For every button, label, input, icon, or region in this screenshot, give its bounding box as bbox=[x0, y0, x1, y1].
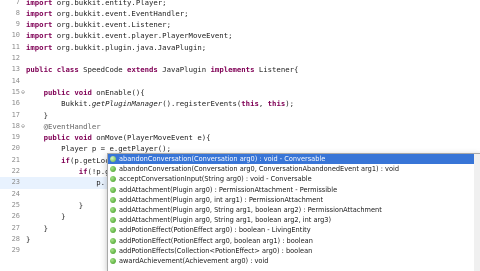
code-text: } bbox=[26, 234, 31, 244]
code-text: @EventHandler bbox=[43, 121, 101, 131]
autocomplete-item-label: abandonConversation(Conversation arg0, C… bbox=[119, 165, 399, 174]
code-text: } bbox=[26, 110, 48, 120]
public-method-icon bbox=[110, 186, 116, 193]
line-number: 20 bbox=[11, 144, 20, 153]
code-text: public class SpeedCode extends JavaPlugi… bbox=[26, 65, 299, 75]
autocomplete-item[interactable]: addAttachment(Plugin arg0, String arg1, … bbox=[108, 215, 480, 225]
line-number: 29 bbox=[11, 246, 20, 255]
line-number: 7 bbox=[15, 0, 20, 6]
code-line[interactable]: 13 public class SpeedCode extends JavaPlu… bbox=[0, 64, 480, 75]
code-text: import org.bukkit.event.player.PlayerMov… bbox=[26, 31, 233, 41]
autocomplete-item-label: addPotionEffect(PotionEffect arg0) : boo… bbox=[119, 226, 311, 235]
code-text: } bbox=[26, 212, 66, 222]
line-number: 13 bbox=[11, 65, 20, 74]
autocomplete-item[interactable]: acceptConversationInput(String arg0) : v… bbox=[108, 174, 480, 184]
autocomplete-item-label: acceptConversationInput(String arg0) : v… bbox=[119, 175, 312, 184]
autocomplete-item-label: addAttachment(Plugin arg0, String arg1, … bbox=[119, 205, 382, 214]
autocomplete-item[interactable]: abandonConversation(Conversation arg0, C… bbox=[108, 164, 480, 174]
autocomplete-item[interactable]: abandonConversation(Conversation arg0) :… bbox=[108, 154, 480, 165]
code-text: Bukkit.getPluginManager().registerEvents… bbox=[26, 99, 295, 109]
autocomplete-item[interactable]: addAttachment(Plugin arg0, int arg1) : P… bbox=[108, 195, 480, 205]
code-line[interactable]: 12 bbox=[0, 53, 480, 64]
code-text: import org.bukkit.entity.Player; bbox=[26, 0, 167, 7]
autocomplete-item[interactable]: awardAchievement(Achievement arg0) : voi… bbox=[108, 256, 480, 266]
public-method-icon bbox=[110, 257, 116, 264]
public-method-icon bbox=[110, 196, 116, 203]
public-method-icon bbox=[110, 217, 116, 224]
code-line[interactable]: 10 import org.bukkit.event.player.PlayerM… bbox=[0, 30, 480, 41]
public-method-icon bbox=[110, 227, 116, 234]
code-text: public void onEnable(){ bbox=[43, 87, 145, 97]
public-method-icon bbox=[110, 156, 116, 162]
code-text: public void onMove(PlayerMoveEvent e){ bbox=[43, 133, 211, 143]
line-number: 12 bbox=[11, 54, 20, 62]
public-method-icon bbox=[110, 166, 116, 173]
code-line[interactable]: 8 import org.bukkit.event.EventHandler; bbox=[0, 8, 480, 19]
autocomplete-item-label: addPotionEffects(Collection<PotionEffect… bbox=[119, 246, 313, 255]
autocomplete-item[interactable]: addPotionEffect(PotionEffect arg0, boole… bbox=[108, 236, 480, 246]
line-number: 24 bbox=[11, 189, 20, 198]
code-text: } bbox=[26, 223, 48, 233]
autocomplete-item-label: addAttachment(Plugin arg0, String arg1, … bbox=[119, 216, 332, 225]
autocomplete-item[interactable]: addAttachment(Plugin arg0, String arg1, … bbox=[108, 205, 480, 215]
autocomplete-item-label: addAttachment(Plugin arg0) : PermissionA… bbox=[119, 185, 338, 194]
code-text: } bbox=[26, 200, 84, 210]
line-number: 17 bbox=[11, 110, 20, 119]
autocomplete-item-label: addAttachment(Plugin arg0, int arg1) : P… bbox=[119, 195, 324, 204]
code-text: import org.bukkit.event.Listener; bbox=[26, 20, 171, 30]
line-number: 19 bbox=[11, 133, 20, 142]
autocomplete-scrollbar[interactable] bbox=[474, 154, 480, 271]
public-method-icon bbox=[110, 206, 116, 213]
public-method-icon bbox=[110, 176, 116, 183]
code-line[interactable]: 16 Bukkit.getPluginManager().registerEve… bbox=[0, 98, 480, 109]
line-number: 15 bbox=[11, 87, 20, 96]
line-number: 10 bbox=[11, 31, 20, 40]
code-line[interactable]: 11 import org.bukkit.plugin.java.JavaPlug… bbox=[0, 42, 480, 53]
code-line[interactable]: 14 bbox=[0, 76, 480, 87]
line-number: 26 bbox=[11, 212, 20, 221]
code-line[interactable]: 7 import org.bukkit.entity.Player; bbox=[0, 0, 480, 8]
code-line[interactable]: 15 ⊖ public void onEnable(){ bbox=[0, 87, 480, 98]
code-line[interactable]: 18 ⊖ @EventHandler bbox=[0, 121, 480, 132]
code-text: p. bbox=[26, 178, 106, 188]
autocomplete-item[interactable]: addPotionEffect(PotionEffect arg0) : boo… bbox=[108, 225, 480, 235]
code-line[interactable]: 17 } bbox=[0, 110, 480, 121]
line-number: 9 bbox=[15, 20, 20, 29]
line-number: 14 bbox=[11, 76, 20, 85]
line-number: 27 bbox=[11, 223, 20, 232]
line-number: 21 bbox=[11, 155, 20, 164]
autocomplete-item-label: addPotionEffect(PotionEffect arg0, boole… bbox=[119, 236, 313, 245]
line-number: 28 bbox=[11, 234, 20, 243]
public-method-icon bbox=[110, 247, 116, 254]
code-text: import org.bukkit.event.EventHandler; bbox=[26, 8, 189, 18]
code-line[interactable]: 19 public void onMove(PlayerMoveEvent e)… bbox=[0, 132, 480, 143]
autocomplete-list[interactable]: abandonConversation(Conversation arg0) :… bbox=[108, 154, 480, 266]
autocomplete-item[interactable]: addAttachment(Plugin arg0) : PermissionA… bbox=[108, 185, 480, 195]
line-number: 8 bbox=[15, 8, 20, 17]
line-number: 23 bbox=[11, 178, 20, 187]
line-number: 25 bbox=[11, 200, 20, 209]
autocomplete-item[interactable]: addPotionEffects(Collection<PotionEffect… bbox=[108, 246, 480, 256]
autocomplete-item-label: awardAchievement(Achievement arg0) : voi… bbox=[119, 256, 269, 265]
public-method-icon bbox=[110, 237, 116, 244]
code-line[interactable]: 9 import org.bukkit.event.Listener; bbox=[0, 19, 480, 30]
line-number: 11 bbox=[11, 42, 20, 51]
line-number: 18 bbox=[11, 121, 20, 130]
code-text: import org.bukkit.plugin.java.JavaPlugin… bbox=[26, 42, 207, 52]
autocomplete-item-label: abandonConversation(Conversation arg0) :… bbox=[119, 155, 326, 163]
line-number: 16 bbox=[11, 99, 20, 108]
line-number: 22 bbox=[11, 167, 20, 175]
autocomplete-popup[interactable]: abandonConversation(Conversation arg0) :… bbox=[107, 153, 480, 271]
